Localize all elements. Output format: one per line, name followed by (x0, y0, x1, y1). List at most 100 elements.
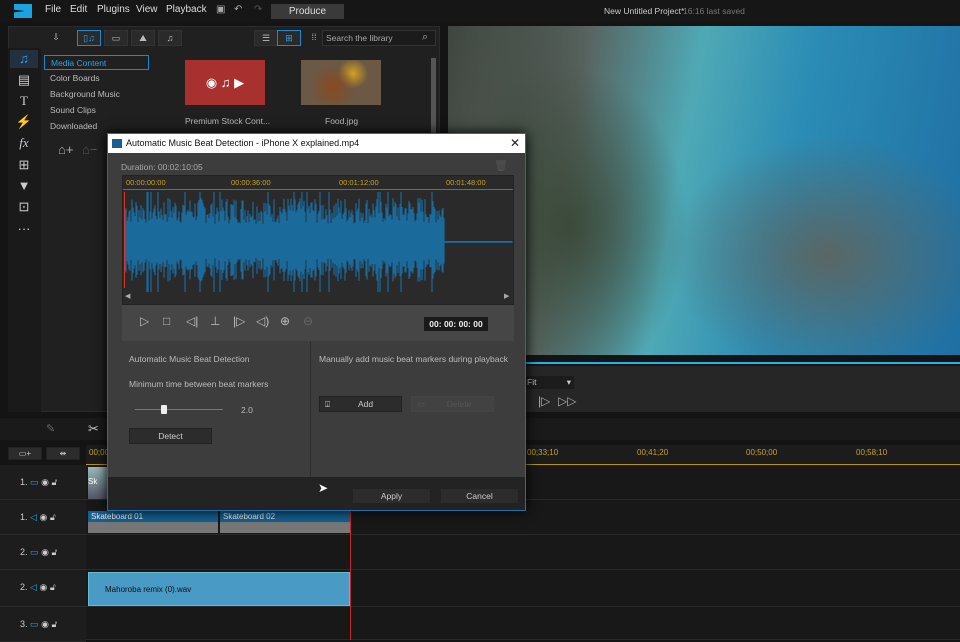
next-marker-icon[interactable]: |▷ (233, 314, 245, 328)
ruler-label: 00:01:12:00 (339, 178, 379, 187)
scroll-left-icon[interactable]: ◀ (125, 292, 130, 300)
category-background-music[interactable]: Background Music (44, 87, 149, 102)
apply-button[interactable]: Apply (352, 488, 431, 504)
fit-timeline-button[interactable]: ⇹ (46, 447, 80, 460)
visibility-eye-icon[interactable]: ◉ (41, 477, 49, 487)
fast-forward-icon[interactable]: ▷▷ (558, 394, 576, 408)
play-icon[interactable]: ▷ (140, 314, 149, 328)
menu-playback[interactable]: Playback (166, 4, 207, 15)
stop-icon[interactable]: □ (163, 314, 170, 328)
save-icon[interactable]: ▣ (216, 4, 225, 15)
search-icon[interactable]: ⌕ (422, 31, 428, 44)
category-sound-clips[interactable]: Sound Clips (44, 103, 149, 118)
lock-icon[interactable]: 🔓︎ (50, 512, 56, 522)
lock-icon[interactable]: 🔓︎ (50, 582, 56, 592)
category-downloaded[interactable]: Downloaded (44, 119, 149, 134)
zoom-out-icon[interactable]: ⊖ (303, 314, 313, 328)
menu-plugins[interactable]: Plugins (97, 4, 130, 15)
particle-room-icon[interactable]: ▼ (10, 177, 38, 195)
track-header-video-1[interactable]: 1. ▭ ◉ 🔓︎ (0, 465, 86, 500)
track-number: 1. (20, 477, 28, 487)
redo-icon[interactable]: ↷ (254, 4, 262, 15)
delete-marker-button[interactable]: ▭ Delete (411, 396, 494, 412)
lock-icon[interactable]: 🔓︎ (51, 477, 57, 487)
lock-icon[interactable]: 🔓︎ (51, 619, 57, 629)
fx-room-icon[interactable]: fx (10, 134, 38, 152)
visibility-eye-icon[interactable]: ◉ (39, 582, 47, 592)
text-room-icon[interactable]: T (10, 92, 38, 110)
more-icon[interactable]: ··· (10, 220, 38, 238)
delete-label: Delete (446, 399, 472, 409)
waveform-panel[interactable]: 00:00:00:00 00:00:36:00 00:01:12:00 00:0… (122, 175, 514, 305)
remove-tag-icon[interactable]: ⌂− (82, 142, 97, 157)
all-media-filter-icon[interactable]: ▯♫ (77, 30, 101, 46)
ruler-tick: 00;41;20 (637, 448, 669, 457)
lock-icon[interactable]: 🔓︎ (51, 547, 57, 557)
undo-icon[interactable]: ↶ (234, 4, 242, 15)
waveform-playhead[interactable] (124, 192, 125, 288)
produce-button[interactable]: Produce (271, 4, 344, 19)
track-header-video-3[interactable]: 3. ▭ ◉ 🔓︎ (0, 607, 86, 642)
waveform-path (124, 192, 513, 292)
visibility-eye-icon[interactable]: ◉ (39, 512, 47, 522)
library-scrollbar[interactable] (431, 58, 436, 138)
track-header-audio-1[interactable]: 1. ◁ ◉ 🔓︎ (0, 500, 86, 535)
search-input[interactable]: Search the library (322, 30, 436, 46)
audio-filter-icon[interactable]: ♫ (158, 30, 182, 46)
fit-dropdown[interactable]: Fit ▾ (524, 376, 574, 389)
track-header-audio-2[interactable]: 2. ◁ ◉ 🔓︎ (0, 570, 86, 607)
next-frame-icon[interactable]: |▷ (538, 394, 550, 408)
title-room-clapper-icon[interactable]: ▤ (10, 71, 38, 89)
scroll-right-icon[interactable]: ▶ (504, 292, 509, 300)
menu-file[interactable]: File (45, 4, 61, 15)
transition-room-icon[interactable]: ⚡ (10, 113, 38, 131)
category-media-content[interactable]: Media Content (44, 55, 149, 70)
zoom-in-icon[interactable]: ⊕ (280, 314, 290, 328)
audio-track-icon: ◁ (30, 582, 37, 592)
previous-marker-icon[interactable]: ◁| (186, 314, 198, 328)
beat-detection-dialog: Automatic Music Beat Detection - iPhone … (107, 133, 526, 511)
add-tag-icon[interactable]: ⌂+ (58, 142, 73, 157)
audio-clip-skateboard-02[interactable]: Skateboard 02 (220, 511, 350, 533)
visibility-eye-icon[interactable]: ◉ (41, 547, 49, 557)
min-time-slider[interactable] (135, 409, 223, 410)
audio-clip-skateboard-01[interactable]: Skateboard 01 (88, 511, 218, 533)
edit-pen-icon[interactable]: ✎ (46, 422, 55, 435)
food-thumbnail[interactable] (301, 60, 381, 105)
video-track-icon: ▭ (30, 477, 39, 487)
add-marker-button[interactable]: ⍗ Add (319, 396, 402, 412)
grid-view-icon[interactable]: ⊞ (277, 30, 301, 46)
video-filter-icon[interactable]: ▭ (104, 30, 128, 46)
track-manager-button[interactable]: ▭+ (8, 447, 42, 460)
pip-room-icon[interactable]: ⊞ (10, 156, 38, 174)
volume-icon[interactable]: ◁) (256, 314, 269, 328)
visibility-eye-icon[interactable]: ◉ (41, 619, 49, 629)
add-marker-icon[interactable]: ⊥ (210, 314, 220, 328)
ruler-tick: 00;33;10 (527, 448, 559, 457)
close-icon[interactable]: ✕ (510, 136, 520, 150)
min-time-label: Minimum time between beat markers (129, 379, 269, 389)
dialog-title: Automatic Music Beat Detection - iPhone … (108, 134, 525, 153)
split-scissors-icon[interactable]: ✂ (88, 421, 99, 437)
timecode-display: 00: 00: 00: 00 (424, 317, 488, 331)
detect-button[interactable]: Detect (129, 428, 212, 444)
media-room-icon[interactable]: ♫ (10, 50, 38, 68)
slider-thumb[interactable] (161, 405, 168, 414)
trash-icon[interactable]: 🗑︎ (494, 159, 508, 172)
menu-edit[interactable]: Edit (70, 4, 87, 15)
subtitle-room-icon[interactable]: ⊡ (10, 198, 38, 216)
cancel-button[interactable]: Cancel (440, 488, 519, 504)
track-header-video-2[interactable]: 2. ▭ ◉ 🔓︎ (0, 535, 86, 570)
image-filter-icon[interactable]: ⛰ (131, 30, 155, 46)
ruler-tick: 00;50;00 (746, 448, 778, 457)
import-icon[interactable]: ⇩ (44, 30, 68, 46)
category-color-boards[interactable]: Color Boards (44, 71, 149, 86)
project-title: New Untitled Project* (604, 6, 685, 16)
premium-stock-thumbnail[interactable]: ◉ ♫ ▶ (185, 60, 265, 105)
add-icon: ⍗ (325, 399, 331, 409)
audio-track-icon: ◁ (30, 512, 37, 522)
audio-clip-mahoroba[interactable]: Mahoroba remix (0).wav (88, 572, 350, 606)
menu-view[interactable]: View (136, 4, 158, 15)
track-number: 3. (20, 619, 28, 629)
list-view-icon[interactable]: ☰ (254, 30, 278, 46)
